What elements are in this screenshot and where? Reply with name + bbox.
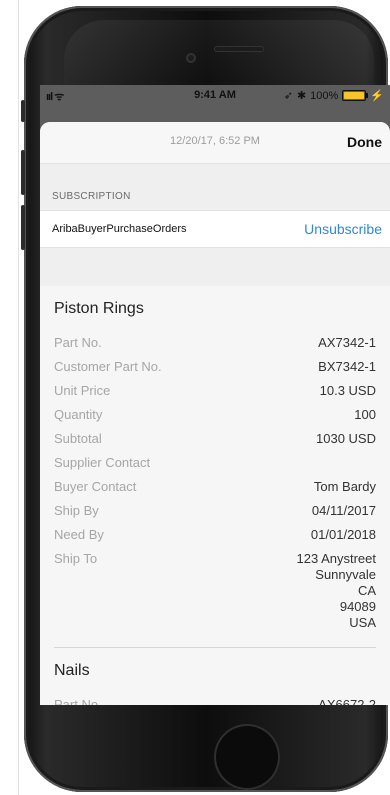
address-line: CA (357, 583, 376, 598)
field-value: 01/01/2018 (310, 526, 376, 542)
field-value: BX7342-1 (318, 358, 376, 374)
field-label: Part No. (54, 696, 102, 706)
charging-icon: ⚡ (370, 90, 384, 102)
battery-percent: 100% (310, 89, 339, 102)
subscription-name: AribaBuyerPurchaseOrders (52, 223, 187, 235)
field-label: Customer Part No. (54, 358, 162, 374)
item-field-row: Unit Price 10.3 USD (54, 378, 376, 402)
signal-icon: ııl ᯤ (46, 91, 64, 103)
status-bar: ııl ᯤ 9:41 AM ➶ ✱ 100% ⚡ (40, 85, 390, 105)
item-field-row: Part No. AX6672-2 (54, 692, 376, 706)
field-label: Subtotal (54, 430, 102, 446)
field-label: Buyer Contact (54, 478, 137, 494)
earpiece-speaker (214, 46, 264, 52)
address-line: USA (349, 615, 376, 630)
ship-to-address: 123 Anystreet Sunnyvale CA 94089 USA (297, 551, 377, 631)
field-value: 100 (354, 406, 376, 422)
phone-screen: ııl ᯤ 9:41 AM ➶ ✱ 100% ⚡ 12/20/17, 6:52 … (40, 85, 390, 705)
page-border (18, 0, 19, 795)
field-value: Tom Bardy (313, 478, 376, 494)
subscription-section-header: SUBSCRIPTION (40, 164, 390, 210)
field-value: AX6672-2 (318, 696, 376, 706)
battery-fill (344, 92, 365, 99)
field-value: 1030 USD (316, 430, 376, 446)
wifi-icon: ᯤ (54, 91, 64, 103)
battery-icon (342, 90, 369, 101)
line-items-list: Piston Rings Part No. AX7342-1 Customer Par… (40, 286, 390, 705)
item-title: Piston Rings (54, 300, 144, 317)
status-time: 9:41 AM (194, 89, 236, 101)
item-field-row: Ship By 04/11/2017 (54, 498, 376, 522)
subscription-row: AribaBuyerPurchaseOrders Unsubscribe (40, 210, 390, 248)
ship-to-row: Ship To 123 Anystreet Sunnyvale CA 94089 USA (54, 546, 376, 631)
address-line: 123 Anystreet (296, 551, 377, 566)
address-line: 94089 (339, 599, 376, 614)
field-label: Supplier Contact (54, 454, 151, 470)
unsubscribe-button[interactable]: Unsubscribe (304, 221, 382, 237)
field-value: 04/11/2017 (311, 502, 376, 518)
field-label: Ship To (54, 551, 98, 566)
field-label: Quantity (54, 406, 103, 422)
address-line: Sunnyvale (315, 567, 376, 582)
subscription-section-label: SUBSCRIPTION (52, 191, 131, 202)
volume-up-button (21, 150, 25, 195)
volume-down-button (21, 205, 25, 250)
item-field-row: Subtotal 1030 USD (54, 426, 376, 450)
field-label: Part No. (54, 334, 102, 350)
field-value: AX7342-1 (318, 334, 376, 350)
sheet-header: 12/20/17, 6:52 PM Done (40, 122, 390, 164)
item-field-row: Part No. AX7342-1 (54, 330, 376, 354)
item-title: Nails (54, 662, 90, 679)
field-label: Need By (54, 526, 104, 542)
item-field-row: Need By 01/01/2018 (54, 522, 376, 546)
location-icon: ➶ (283, 90, 293, 102)
field-label: Ship By (54, 502, 99, 518)
mute-switch (21, 100, 25, 122)
item-field-row: Quantity 100 (54, 402, 376, 426)
field-value: 10.3 USD (319, 382, 376, 398)
section-spacer (40, 248, 390, 286)
done-button[interactable]: Done (347, 134, 382, 150)
notification-date: 12/20/17, 6:52 PM (170, 135, 260, 147)
home-button[interactable] (214, 724, 280, 790)
front-camera (186, 53, 196, 63)
field-label: Unit Price (54, 382, 111, 398)
bluetooth-icon: ✱ (296, 90, 307, 102)
notification-sheet: 12/20/17, 6:52 PM Done SUBSCRIPTION Arib… (40, 122, 390, 705)
item-field-row: Customer Part No. BX7342-1 (54, 354, 376, 378)
item-field-row: Buyer Contact Tom Bardy (54, 474, 376, 498)
item-field-row: Supplier Contact (54, 450, 376, 474)
